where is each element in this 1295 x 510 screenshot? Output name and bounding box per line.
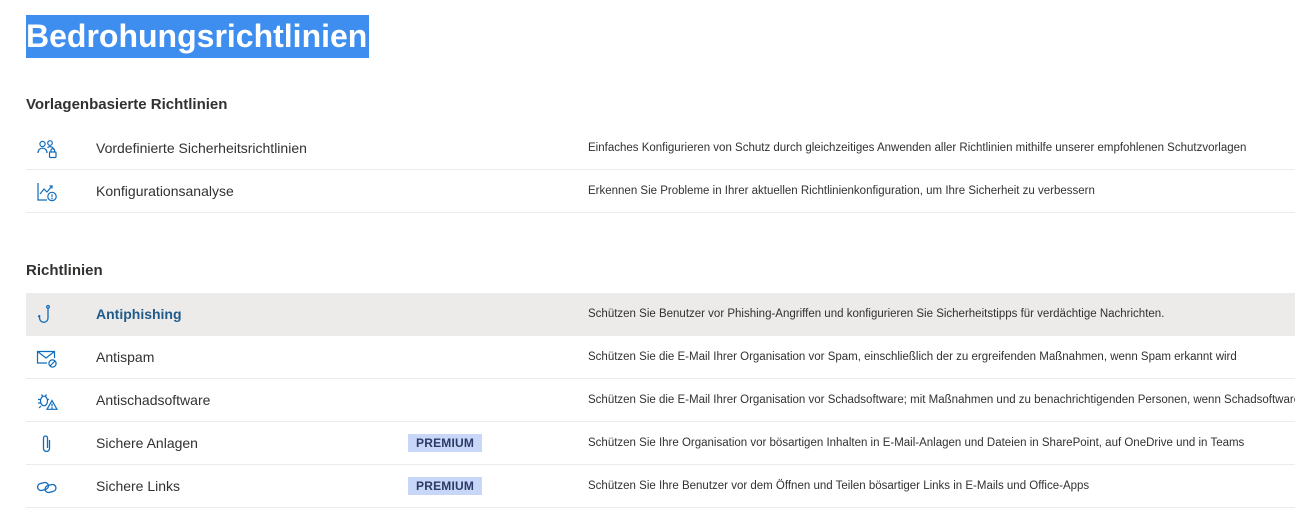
row-name[interactable]: Sichere Links — [96, 478, 180, 494]
row-antispam[interactable]: Antispam Schützen Sie die E-Mail Ihrer O… — [26, 336, 1295, 379]
mail-block-icon — [36, 347, 58, 369]
row-description: Schützen Sie Ihre Organisation vor bösar… — [588, 437, 1245, 449]
row-name[interactable]: Antispam — [96, 349, 154, 365]
policies-list: Antiphishing Schützen Sie Benutzer vor P… — [26, 293, 1295, 508]
row-description: Schützen Sie die E-Mail Ihrer Organisati… — [588, 351, 1237, 363]
row-preset-security-policies[interactable]: Vordefinierte Sicherheitsrichtlinien Ein… — [26, 127, 1295, 170]
premium-badge: PREMIUM — [408, 434, 483, 452]
row-description: Erkennen Sie Probleme in Ihrer aktuellen… — [588, 185, 1095, 197]
section-heading-policies: Richtlinien — [26, 262, 103, 279]
row-safe-links[interactable]: Sichere Links PREMIUM Schützen Sie Ihre … — [26, 465, 1295, 508]
row-name[interactable]: Sichere Anlagen — [96, 435, 198, 451]
fishhook-icon — [36, 304, 58, 326]
row-name[interactable]: Konfigurationsanalyse — [96, 183, 234, 199]
templates-list: Vordefinierte Sicherheitsrichtlinien Ein… — [26, 127, 1295, 213]
premium-badge: PREMIUM — [408, 477, 483, 495]
row-name[interactable]: Antiphishing — [96, 306, 182, 322]
row-antimalware[interactable]: Antischadsoftware Schützen Sie die E-Mai… — [26, 379, 1295, 422]
row-name[interactable]: Antischadsoftware — [96, 392, 210, 408]
row-description: Einfaches Konfigurieren von Schutz durch… — [588, 142, 1247, 154]
row-description: Schützen Sie die E-Mail Ihrer Organisati… — [588, 394, 1295, 406]
link-icon — [36, 476, 58, 498]
row-description: Schützen Sie Benutzer vor Phishing-Angri… — [588, 308, 1165, 320]
section-heading-templates: Vorlagenbasierte Richtlinien — [26, 96, 228, 113]
row-configuration-analyzer[interactable]: Konfigurationsanalyse Erkennen Sie Probl… — [26, 170, 1295, 213]
row-name[interactable]: Vordefinierte Sicherheitsrichtlinien — [96, 140, 307, 156]
paperclip-icon — [36, 433, 58, 455]
row-antiphishing[interactable]: Antiphishing Schützen Sie Benutzer vor P… — [26, 293, 1295, 336]
row-description: Schützen Sie Ihre Benutzer vor dem Öffne… — [588, 480, 1090, 492]
row-safe-attachments[interactable]: Sichere Anlagen PREMIUM Schützen Sie Ihr… — [26, 422, 1295, 465]
chart-alert-icon — [36, 181, 58, 203]
people-lock-icon — [36, 138, 58, 160]
bug-warning-icon — [36, 390, 58, 412]
page-title: Bedrohungsrichtlinien — [26, 15, 370, 58]
